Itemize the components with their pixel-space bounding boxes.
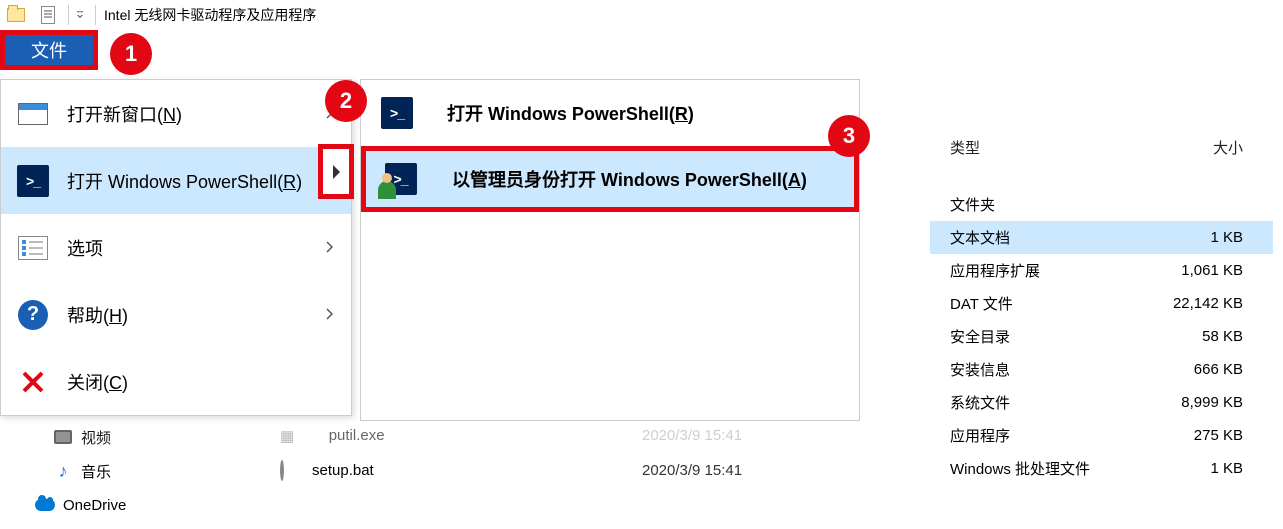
qat-dropdown[interactable]: [73, 3, 87, 27]
nav-label: 视频: [81, 427, 111, 448]
file-row[interactable]: ▦ pnputil.exe 2020/3/9 15:41: [280, 418, 920, 453]
detail-row[interactable]: 文件夹: [930, 188, 1273, 221]
cell-size: 1 KB: [1120, 229, 1273, 246]
file-tab[interactable]: 文件: [0, 30, 98, 70]
powershell-submenu: >_ 打开 Windows PowerShell(R) >_ 以管理员身份打开 …: [360, 79, 860, 421]
video-icon: [53, 430, 73, 444]
file-name: setup.bat: [312, 462, 642, 479]
document-icon: [36, 3, 60, 27]
menu-help[interactable]: ? 帮助(H): [1, 281, 351, 348]
nav-video[interactable]: 视频: [53, 420, 255, 454]
chevron-right-icon: [325, 240, 337, 256]
window-title: Intel 无线网卡驱动程序及应用程序: [104, 5, 316, 25]
details-columns: 类型 大小 文件夹文本文档1 KB应用程序扩展1,061 KBDAT 文件22,…: [930, 140, 1273, 485]
file-name: pnputil.exe: [312, 427, 642, 444]
onedrive-icon: [35, 499, 55, 511]
menu-label: 打开新窗口(N): [67, 101, 325, 127]
cell-type: 文件夹: [930, 194, 1120, 215]
cell-type: DAT 文件: [930, 293, 1120, 314]
separator: [95, 5, 96, 25]
file-menu: 打开新窗口(N) >_ 打开 Windows PowerShell(R) 选项 …: [0, 79, 352, 416]
menu-open-new-window[interactable]: 打开新窗口(N): [1, 80, 351, 147]
folder-icon: [4, 3, 28, 27]
powershell-icon: >_: [15, 163, 51, 199]
cell-type: Windows 批处理文件: [930, 458, 1120, 479]
detail-row[interactable]: Windows 批处理文件1 KB: [930, 452, 1273, 485]
menu-close[interactable]: 关闭(C): [1, 348, 351, 415]
nav-label: 音乐: [81, 461, 111, 482]
menu-label: 帮助(H): [67, 302, 325, 328]
options-icon: [15, 230, 51, 266]
submenu-open-powershell[interactable]: >_ 打开 Windows PowerShell(R): [361, 80, 859, 146]
cell-type: 安装信息: [930, 359, 1120, 380]
cell-type: 安全目录: [930, 326, 1120, 347]
cell-size: 275 KB: [1120, 427, 1273, 444]
cell-type: 文本文档: [930, 227, 1120, 248]
title-bar: Intel 无线网卡驱动程序及应用程序: [0, 0, 1283, 30]
nav-onedrive[interactable]: OneDrive: [35, 488, 255, 522]
cell-size: 1 KB: [1120, 460, 1273, 477]
chevron-right-icon: [325, 307, 337, 323]
close-icon: [15, 364, 51, 400]
cell-type: 应用程序: [930, 425, 1120, 446]
cell-size: 666 KB: [1120, 361, 1273, 378]
cell-type: 应用程序扩展: [930, 260, 1120, 281]
menu-label: 选项: [67, 235, 325, 261]
file-tab-label: 文件: [31, 37, 67, 63]
submenu-expand-arrow[interactable]: [318, 144, 354, 199]
detail-row[interactable]: 应用程序扩展1,061 KB: [930, 254, 1273, 287]
detail-row[interactable]: 系统文件8,999 KB: [930, 386, 1273, 419]
menu-options[interactable]: 选项: [1, 214, 351, 281]
powershell-admin-icon: >_: [384, 161, 420, 197]
chevron-right-icon: [325, 106, 337, 122]
cell-size: 58 KB: [1120, 328, 1273, 345]
powershell-icon: >_: [379, 95, 415, 131]
nav-tree: 视频 ♪ 音乐 OneDrive: [35, 420, 255, 522]
music-icon: ♪: [53, 461, 73, 482]
separator: [68, 5, 69, 25]
column-header-type[interactable]: 类型: [930, 137, 1120, 167]
cell-size: 8,999 KB: [1120, 394, 1273, 411]
nav-music[interactable]: ♪ 音乐: [53, 454, 255, 488]
help-icon: ?: [15, 297, 51, 333]
file-list-partial: ▦ pnputil.exe 2020/3/9 15:41 setup.bat 2…: [280, 418, 920, 488]
submenu-label: 以管理员身份打开 Windows PowerShell(A): [452, 166, 807, 192]
file-icon: ▦: [280, 427, 304, 445]
menu-open-powershell[interactable]: >_ 打开 Windows PowerShell(R): [1, 147, 351, 214]
file-row[interactable]: setup.bat 2020/3/9 15:41: [280, 453, 920, 488]
file-date: 2020/3/9 15:41: [642, 462, 920, 479]
detail-row[interactable]: DAT 文件22,142 KB: [930, 287, 1273, 320]
cell-type: 系统文件: [930, 392, 1120, 413]
nav-label: OneDrive: [63, 497, 126, 514]
menu-label: 打开 Windows PowerShell(R): [67, 168, 337, 194]
gear-icon: [280, 462, 304, 479]
column-header-size[interactable]: 大小: [1120, 137, 1273, 167]
detail-row[interactable]: 安装信息666 KB: [930, 353, 1273, 386]
submenu-open-powershell-admin[interactable]: >_ 以管理员身份打开 Windows PowerShell(A): [361, 146, 859, 212]
new-window-icon: [15, 96, 51, 132]
detail-row[interactable]: 安全目录58 KB: [930, 320, 1273, 353]
submenu-label: 打开 Windows PowerShell(R): [447, 100, 694, 126]
cell-size: 1,061 KB: [1120, 262, 1273, 279]
detail-row[interactable]: 应用程序275 KB: [930, 419, 1273, 452]
detail-row[interactable]: 文本文档1 KB: [930, 221, 1273, 254]
menu-label: 关闭(C): [67, 369, 337, 395]
cell-size: 22,142 KB: [1120, 295, 1273, 312]
file-date: 2020/3/9 15:41: [642, 427, 920, 444]
